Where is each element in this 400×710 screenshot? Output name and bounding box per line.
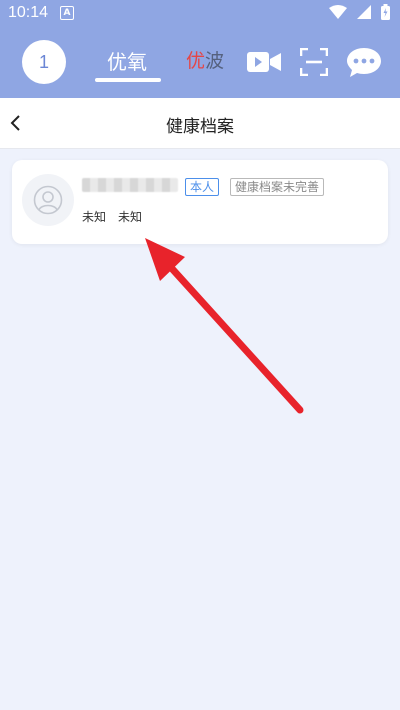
app-header: 1 优氧 优波 bbox=[0, 26, 400, 98]
title-bar: 健康档案 bbox=[0, 98, 400, 149]
battery-icon bbox=[381, 4, 390, 20]
profile-card[interactable]: 本人 健康档案未完善 未知 未知 bbox=[12, 160, 388, 244]
tab-youbo[interactable]: 优波 bbox=[186, 46, 224, 73]
tab-youbo-second-char: 波 bbox=[205, 50, 225, 72]
message-button[interactable] bbox=[346, 44, 382, 80]
tab-youbo-first-char: 优 bbox=[186, 50, 206, 72]
tab-active-indicator bbox=[95, 78, 161, 82]
user-avatar[interactable]: 1 bbox=[22, 40, 66, 84]
profile-status-badge: 健康档案未完善 bbox=[230, 178, 325, 196]
status-bar: 10:14 A bbox=[0, 0, 400, 26]
scan-button[interactable] bbox=[296, 44, 332, 80]
signal-icon bbox=[357, 5, 371, 19]
status-icons bbox=[329, 4, 390, 20]
wifi-icon bbox=[329, 5, 347, 19]
video-button[interactable] bbox=[246, 44, 282, 80]
status-time: 10:14 bbox=[8, 4, 49, 21]
chat-icon bbox=[347, 48, 381, 77]
profile-gender: 未知 bbox=[82, 210, 107, 224]
user-placeholder-icon bbox=[33, 185, 63, 215]
header-actions bbox=[246, 44, 382, 80]
notification-a-icon: A bbox=[60, 6, 74, 20]
self-badge: 本人 bbox=[185, 178, 220, 196]
video-icon bbox=[247, 52, 281, 72]
tab-youyang[interactable]: 优氧 bbox=[107, 46, 147, 75]
page-title: 健康档案 bbox=[166, 117, 234, 137]
profile-info: 未知 未知 bbox=[82, 208, 142, 225]
scan-icon bbox=[300, 48, 328, 76]
profile-name-blurred bbox=[82, 178, 178, 192]
profile-avatar bbox=[22, 174, 74, 226]
profile-age: 未知 bbox=[118, 210, 143, 224]
